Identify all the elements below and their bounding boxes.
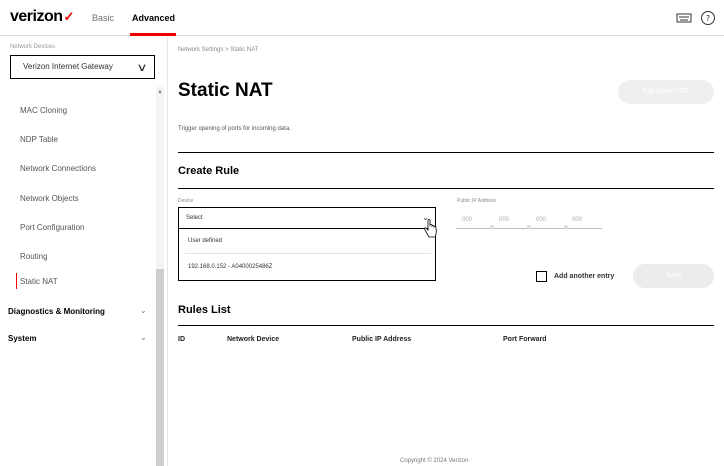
divider bbox=[178, 152, 714, 153]
nav-advanced[interactable]: Advanced bbox=[132, 13, 175, 23]
breadcrumb[interactable]: Network Settings > Static NAT bbox=[178, 47, 258, 53]
sidebar: Network Devices Verizon Internet Gateway… bbox=[0, 37, 168, 466]
ip-separator bbox=[564, 225, 568, 229]
column-header-id[interactable]: ID bbox=[178, 336, 185, 343]
sidebar-group-diagnostics[interactable]: Diagnostics & Monitoring bbox=[8, 307, 105, 316]
sidebar-item-ndp-table[interactable]: NDP Table bbox=[20, 135, 58, 144]
add-another-entry-checkbox[interactable] bbox=[536, 271, 547, 282]
column-header-public-ip[interactable]: Public IP Address bbox=[352, 336, 411, 343]
page-description: Trigger opening of ports for incoming da… bbox=[178, 126, 291, 132]
ip-separator bbox=[490, 225, 494, 229]
hand-cursor-icon bbox=[424, 219, 437, 238]
sidebar-caption: Network Devices bbox=[10, 44, 56, 50]
dropdown-option-user-defined[interactable]: User defined bbox=[188, 238, 222, 244]
device-label: Device bbox=[178, 198, 194, 204]
divider bbox=[178, 188, 714, 189]
top-bar: verizon✓ Basic Advanced ? bbox=[0, 0, 724, 36]
ip-octet-2[interactable]: 000 bbox=[499, 217, 509, 223]
ip-octet-3[interactable]: 000 bbox=[536, 217, 546, 223]
sidebar-item-network-objects[interactable]: Network Objects bbox=[20, 194, 79, 203]
divider bbox=[185, 253, 431, 254]
chevron-down-icon[interactable]: ⌄ bbox=[140, 333, 147, 342]
sidebar-group-system[interactable]: System bbox=[8, 334, 36, 343]
device-select-value: Select bbox=[186, 215, 203, 221]
scroll-up-icon[interactable]: ▲ bbox=[157, 89, 163, 95]
chevron-down-icon[interactable]: ⌄ bbox=[140, 306, 147, 315]
device-select[interactable]: Select ⌄ bbox=[178, 207, 436, 229]
active-item-indicator bbox=[16, 273, 17, 289]
add-another-entry-label[interactable]: Add another entry bbox=[554, 273, 614, 280]
logo-text: verizon bbox=[10, 8, 63, 25]
edit-static-nat-button[interactable]: Edit Static NAT bbox=[618, 80, 714, 104]
save-button[interactable]: Save bbox=[633, 264, 714, 288]
divider bbox=[178, 325, 714, 326]
device-dropdown[interactable]: Verizon Internet Gateway ∨ bbox=[10, 55, 155, 79]
public-ip-label: Public IP Address bbox=[457, 198, 497, 204]
sidebar-scroll-thumb[interactable] bbox=[156, 269, 164, 466]
chevron-down-icon: ∨ bbox=[136, 62, 148, 74]
sidebar-item-mac-cloning[interactable]: MAC Cloning bbox=[20, 106, 67, 115]
ip-octet-1[interactable]: 000 bbox=[462, 217, 472, 223]
column-header-network-device[interactable]: Network Device bbox=[227, 336, 279, 343]
keyboard-icon[interactable] bbox=[676, 12, 692, 24]
nav-basic[interactable]: Basic bbox=[92, 13, 114, 23]
logo-check-icon: ✓ bbox=[63, 9, 75, 24]
sidebar-item-routing[interactable]: Routing bbox=[20, 252, 48, 261]
verizon-logo[interactable]: verizon✓ bbox=[10, 8, 74, 26]
sidebar-item-network-connections[interactable]: Network Connections bbox=[20, 164, 96, 173]
rules-list-heading: Rules List bbox=[178, 304, 231, 316]
ip-octet-4[interactable]: 000 bbox=[572, 217, 582, 223]
nav-active-indicator bbox=[130, 33, 176, 36]
device-dropdown-list: User defined 192.168.0.152 - A0400025486… bbox=[178, 229, 436, 281]
dropdown-option-device[interactable]: 192.168.0.152 - A0400025486Z bbox=[188, 264, 272, 270]
create-rule-heading: Create Rule bbox=[178, 165, 240, 177]
ip-separator bbox=[527, 225, 531, 229]
sidebar-item-static-nat[interactable]: Static NAT bbox=[20, 277, 58, 286]
svg-text:?: ? bbox=[706, 14, 710, 23]
sidebar-item-port-configuration[interactable]: Port Configuration bbox=[20, 223, 84, 232]
footer-copyright: Copyright © 2024 Verizon bbox=[400, 458, 469, 464]
device-dropdown-value: Verizon Internet Gateway bbox=[23, 62, 113, 71]
page-title: Static NAT bbox=[178, 80, 273, 101]
help-icon[interactable]: ? bbox=[700, 10, 716, 26]
column-header-port-forward[interactable]: Port Forward bbox=[503, 336, 547, 343]
